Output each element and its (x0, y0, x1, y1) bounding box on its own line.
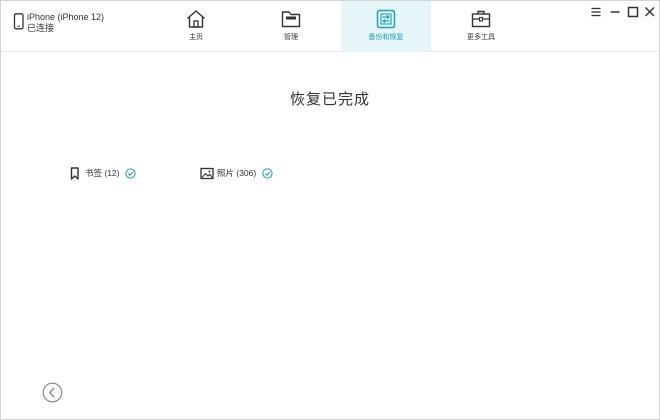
device-name: iPhone (iPhone 12) (27, 12, 105, 22)
tab-backup-restore-label: 备份和恢复 (368, 34, 404, 41)
back-button[interactable] (42, 382, 63, 403)
bookmarks-label: 书签 (12) (85, 168, 120, 178)
tab-backup-restore[interactable]: 备份和恢复 (341, 1, 431, 51)
page-title: 恢复已完成 (289, 91, 370, 108)
top-bar: iPhone (iPhone 12) 已连接 主页 管理 备份和恢复 更多工具 (1, 1, 659, 52)
phone-icon (13, 13, 24, 30)
photos-label: 照片 (306) (217, 168, 257, 178)
minimize-icon[interactable] (607, 5, 623, 19)
tab-manage-label: 管理 (284, 34, 298, 41)
close-icon[interactable] (642, 5, 658, 19)
maximize-icon[interactable] (625, 5, 641, 19)
image-icon (200, 167, 214, 180)
toolbox-icon (471, 10, 491, 28)
check-icon (125, 168, 136, 179)
home-icon (187, 10, 205, 28)
app-window: iPhone (iPhone 12) 已连接 主页 管理 备份和恢复 更多工具 … (0, 0, 660, 420)
menu-icon[interactable] (588, 5, 604, 19)
restored-item-photos: 照片 (306) (200, 166, 280, 182)
tab-home[interactable]: 主页 (151, 1, 241, 51)
backup-restore-icon (376, 9, 396, 29)
bookmark-icon (70, 167, 79, 180)
folder-icon (281, 11, 301, 28)
check-icon (262, 168, 273, 179)
tab-manage[interactable]: 管理 (246, 1, 336, 51)
tab-more-tools-label: 更多工具 (467, 34, 495, 41)
device-status: 已连接 (27, 23, 55, 33)
restored-item-bookmarks: 书签 (12) (68, 166, 148, 182)
tab-more-tools[interactable]: 更多工具 (436, 1, 526, 51)
tab-home-label: 主页 (189, 34, 203, 41)
